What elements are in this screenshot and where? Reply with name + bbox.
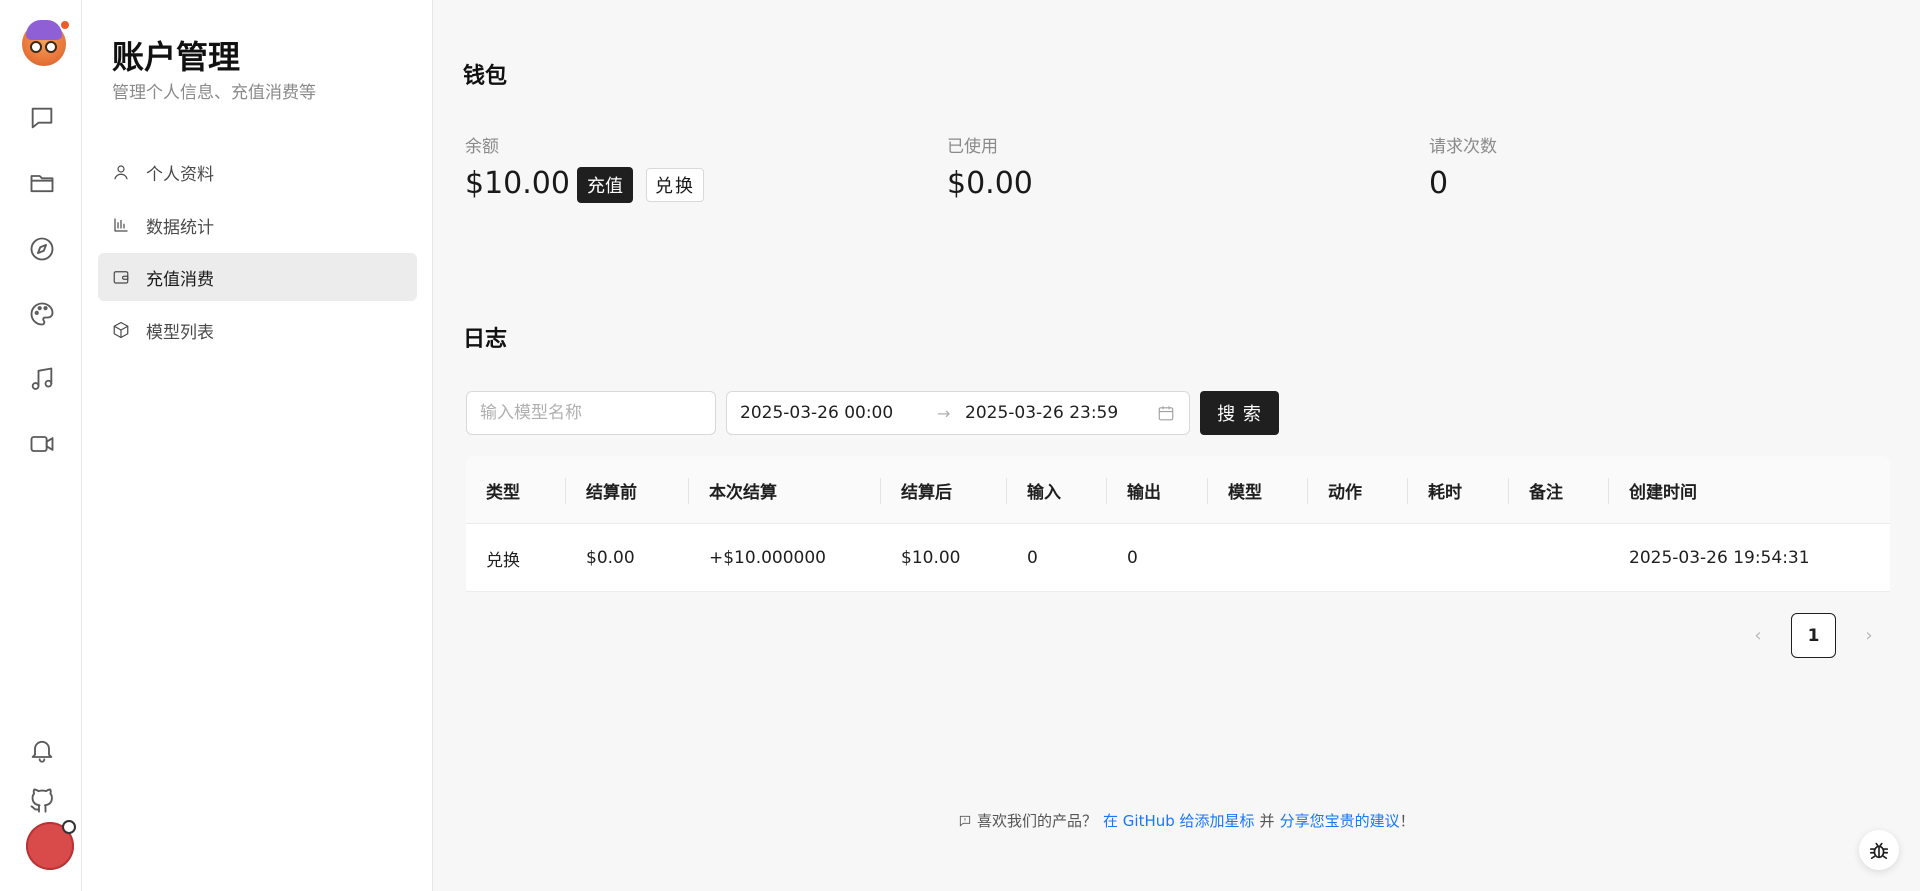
palette-icon[interactable]: [26, 298, 58, 330]
request-count-value: 0: [1429, 166, 1449, 201]
prev-page-button[interactable]: ‹: [1743, 620, 1773, 650]
column-header[interactable]: 输出: [1127, 456, 1161, 524]
footer-text-3: ！: [1399, 812, 1415, 830]
footer-text-1: 喜欢我们的产品？: [977, 812, 1098, 830]
cell-output: 0: [1127, 548, 1138, 568]
sidebar-item-models[interactable]: 模型列表: [98, 306, 417, 354]
github-star-link[interactable]: 在 GitHub 给添加星标: [1103, 810, 1255, 831]
column-header[interactable]: 输入: [1027, 456, 1061, 524]
column-header[interactable]: 结算前: [586, 456, 637, 524]
user-icon: [114, 165, 128, 180]
wallet-heading: 钱包: [463, 64, 508, 89]
logo-eye-right: [45, 41, 57, 53]
log-table: 类型 结算前 本次结算 结算后 输入 输出 模型 动作 耗时 备注 创建时间 兑…: [466, 456, 1890, 592]
recharge-button[interactable]: 充值: [577, 167, 633, 203]
page-number-button[interactable]: 1: [1791, 613, 1836, 658]
used-value: $0.00: [947, 166, 1033, 201]
range-arrow-icon: →: [937, 403, 951, 423]
table-row: 兑换 $0.00 +$10.000000 $10.00 0 0 2025-03-…: [466, 524, 1890, 592]
app-logo[interactable]: [22, 20, 70, 66]
cell-created-at: 2025-03-26 19:54:31: [1629, 548, 1810, 568]
avatar-status-badge: [62, 820, 76, 834]
bar-chart-icon: [114, 218, 128, 232]
used-label: 已使用: [947, 137, 998, 157]
cell-type: 兑换: [486, 550, 520, 571]
user-avatar[interactable]: [26, 820, 76, 870]
column-header[interactable]: 类型: [486, 456, 520, 524]
github-icon[interactable]: [26, 784, 58, 816]
date-end[interactable]: 2025-03-26 23:59: [965, 403, 1118, 423]
compass-icon[interactable]: [26, 233, 58, 265]
feedback-icon: [959, 815, 971, 827]
column-header[interactable]: 耗时: [1428, 456, 1462, 524]
cell-input: 0: [1027, 548, 1038, 568]
log-heading: 日志: [463, 327, 508, 352]
notification-dot: [60, 20, 70, 30]
video-icon[interactable]: [26, 428, 58, 460]
search-button[interactable]: 搜 索: [1200, 391, 1279, 435]
column-header[interactable]: 动作: [1328, 456, 1362, 524]
sidebar-item-label: 个人资料: [146, 164, 214, 185]
column-header[interactable]: 模型: [1228, 456, 1262, 524]
column-header[interactable]: 本次结算: [709, 456, 777, 524]
bug-icon: [1869, 842, 1889, 860]
footer-feedback: 喜欢我们的产品？ 在 GitHub 给添加星标 并 分享您宝贵的建议 ！: [958, 810, 1415, 831]
date-range-picker[interactable]: 2025-03-26 00:00 → 2025-03-26 23:59: [726, 391, 1190, 435]
sidebar-item-label: 充值消费: [146, 269, 214, 290]
icon-rail: [0, 0, 82, 891]
sidebar-subtitle: 管理个人信息、充值消费等: [112, 83, 316, 103]
logo-hair: [26, 20, 62, 40]
bug-report-button[interactable]: [1859, 830, 1899, 870]
folder-icon[interactable]: [26, 167, 58, 199]
cell-before: $0.00: [586, 548, 635, 568]
sidebar-item-statistics[interactable]: 数据统计: [98, 201, 417, 249]
request-count-label: 请求次数: [1429, 137, 1497, 157]
feedback-link[interactable]: 分享您宝贵的建议: [1280, 810, 1400, 831]
date-start[interactable]: 2025-03-26 00:00: [740, 403, 893, 423]
cell-after: $10.00: [901, 548, 961, 568]
column-header[interactable]: 结算后: [901, 456, 952, 524]
table-header-row: 类型 结算前 本次结算 结算后 输入 输出 模型 动作 耗时 备注 创建时间: [466, 456, 1890, 524]
sidebar-item-label: 模型列表: [146, 322, 214, 343]
music-icon[interactable]: [26, 363, 58, 395]
model-name-input[interactable]: [466, 391, 716, 435]
cube-icon: [113, 321, 129, 339]
sidebar-item-profile[interactable]: 个人资料: [98, 148, 417, 196]
footer-text-2: 并: [1259, 812, 1275, 830]
sidebar-item-label: 数据统计: [146, 217, 214, 238]
wallet-icon: [113, 271, 129, 284]
calendar-icon: [1157, 404, 1175, 422]
sidebar-title: 账户管理: [112, 38, 241, 76]
column-header[interactable]: 备注: [1529, 456, 1563, 524]
column-header[interactable]: 创建时间: [1629, 456, 1697, 524]
bell-icon[interactable]: [26, 734, 58, 766]
redeem-button[interactable]: 兑换: [646, 168, 704, 202]
chat-icon[interactable]: [26, 102, 58, 134]
cell-amount: +$10.000000: [709, 548, 826, 568]
sidebar-item-billing[interactable]: 充值消费: [98, 253, 417, 301]
logo-eye-left: [30, 41, 42, 53]
next-page-button[interactable]: ›: [1854, 620, 1884, 650]
account-sidebar: 账户管理 管理个人信息、充值消费等 个人资料 数据统计 充值消费 模型列表: [82, 0, 433, 891]
balance-value: $10.00: [465, 166, 570, 201]
balance-label: 余额: [465, 137, 499, 157]
